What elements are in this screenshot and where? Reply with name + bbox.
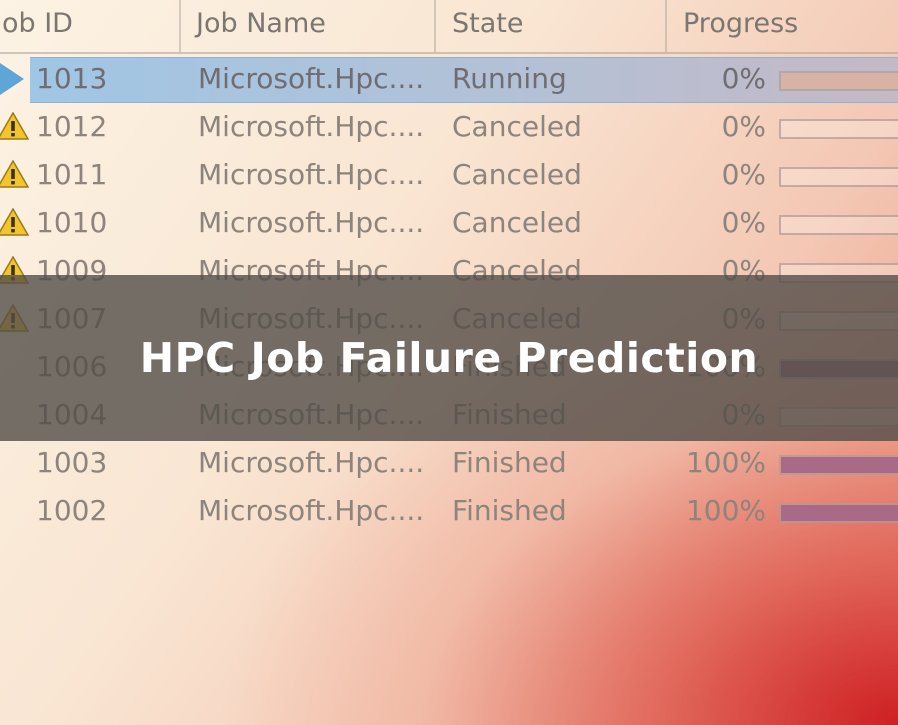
progress-bar <box>779 71 898 91</box>
column-header-progress[interactable]: Progress <box>683 0 798 52</box>
progress-bar <box>779 455 898 475</box>
job-id-cell: 1003 <box>36 446 108 479</box>
progress-bar <box>779 503 898 523</box>
title-banner: HPC Job Failure Prediction <box>0 275 898 441</box>
job-name-cell: Microsoft.Hpc.... <box>198 62 425 95</box>
progress-bar-fill <box>781 457 898 473</box>
state-cell: Running <box>452 62 567 95</box>
banner-title: HPC Job Failure Prediction <box>139 334 759 382</box>
table-row[interactable]: 1003 Microsoft.Hpc.... Finished 100% <box>0 439 898 487</box>
warning-icon <box>0 111 30 140</box>
job-id-cell: 1002 <box>36 494 108 527</box>
job-id-cell: 1013 <box>36 62 108 95</box>
job-name-cell: Microsoft.Hpc.... <box>198 206 425 239</box>
state-cell: Canceled <box>452 158 582 191</box>
job-id-cell: 1012 <box>36 110 108 143</box>
job-name-cell: Microsoft.Hpc.... <box>198 158 425 191</box>
column-divider[interactable] <box>179 0 181 52</box>
job-name-cell: Microsoft.Hpc.... <box>198 110 425 143</box>
table-row[interactable]: 1011 Microsoft.Hpc.... Canceled 0% <box>0 151 898 199</box>
warning-icon <box>0 207 30 236</box>
column-divider[interactable] <box>434 0 436 52</box>
state-cell: Finished <box>452 446 567 479</box>
progress-bar <box>779 215 898 235</box>
state-cell: Canceled <box>452 110 582 143</box>
column-header-job-id[interactable]: Job ID <box>0 0 73 52</box>
progress-percent: 0% <box>721 62 766 95</box>
progress-bar-fill <box>781 505 898 521</box>
job-id-cell: 1011 <box>36 158 108 191</box>
progress-percent: 0% <box>721 158 766 191</box>
state-cell: Finished <box>452 494 567 527</box>
column-header-job-name[interactable]: Job Name <box>196 0 326 52</box>
progress-bar <box>779 119 898 139</box>
table-row[interactable]: 1013 Microsoft.Hpc.... Running 0% <box>0 55 898 103</box>
state-cell: Canceled <box>452 206 582 239</box>
play-icon <box>0 63 24 95</box>
table-row[interactable]: 1002 Microsoft.Hpc.... Finished 100% <box>0 487 898 535</box>
warning-icon <box>0 159 30 188</box>
grid-header: Job ID Job Name State Progress <box>0 0 898 54</box>
progress-percent: 0% <box>721 206 766 239</box>
progress-percent: 100% <box>685 446 766 479</box>
progress-bar-fill <box>781 73 898 89</box>
progress-percent: 0% <box>721 110 766 143</box>
progress-percent: 100% <box>685 494 766 527</box>
column-header-state[interactable]: State <box>452 0 523 52</box>
progress-bar <box>779 167 898 187</box>
job-id-cell: 1010 <box>36 206 108 239</box>
column-divider[interactable] <box>665 0 667 52</box>
job-name-cell: Microsoft.Hpc.... <box>198 494 425 527</box>
job-name-cell: Microsoft.Hpc.... <box>198 446 425 479</box>
table-row[interactable]: 1010 Microsoft.Hpc.... Canceled 0% <box>0 199 898 247</box>
table-row[interactable]: 1012 Microsoft.Hpc.... Canceled 0% <box>0 103 898 151</box>
